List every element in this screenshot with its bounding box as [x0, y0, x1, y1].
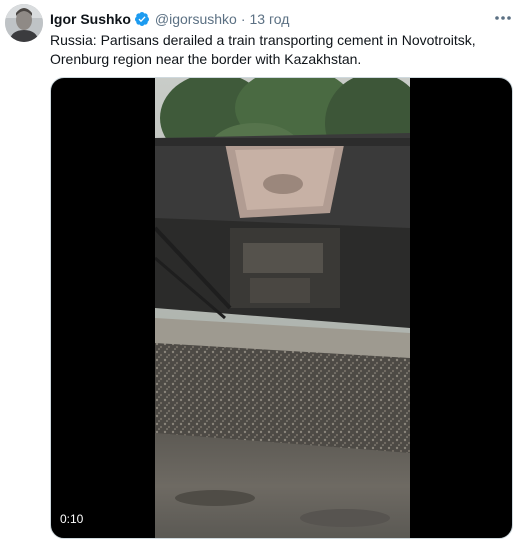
tweet-text: Russia: Partisans derailed a train trans… [50, 32, 476, 67]
video-duration: 0:10 [60, 512, 84, 526]
author-name[interactable]: Igor Sushko [50, 11, 131, 27]
separator-dot: · [240, 11, 246, 27]
video-player[interactable]: 0:10 [50, 77, 513, 539]
more-options-icon[interactable] [493, 10, 513, 26]
verified-badge-icon [134, 11, 150, 27]
video-frame[interactable] [155, 78, 410, 538]
avatar[interactable] [5, 4, 43, 42]
tweet-header: Igor Sushko @igorsushko · 13 год [50, 9, 289, 29]
tweet-time[interactable]: 13 год [250, 11, 290, 27]
tweet[interactable]: Igor Sushko @igorsushko · 13 год Russia:… [0, 0, 523, 544]
author-handle[interactable]: @igorsushko [155, 11, 237, 27]
